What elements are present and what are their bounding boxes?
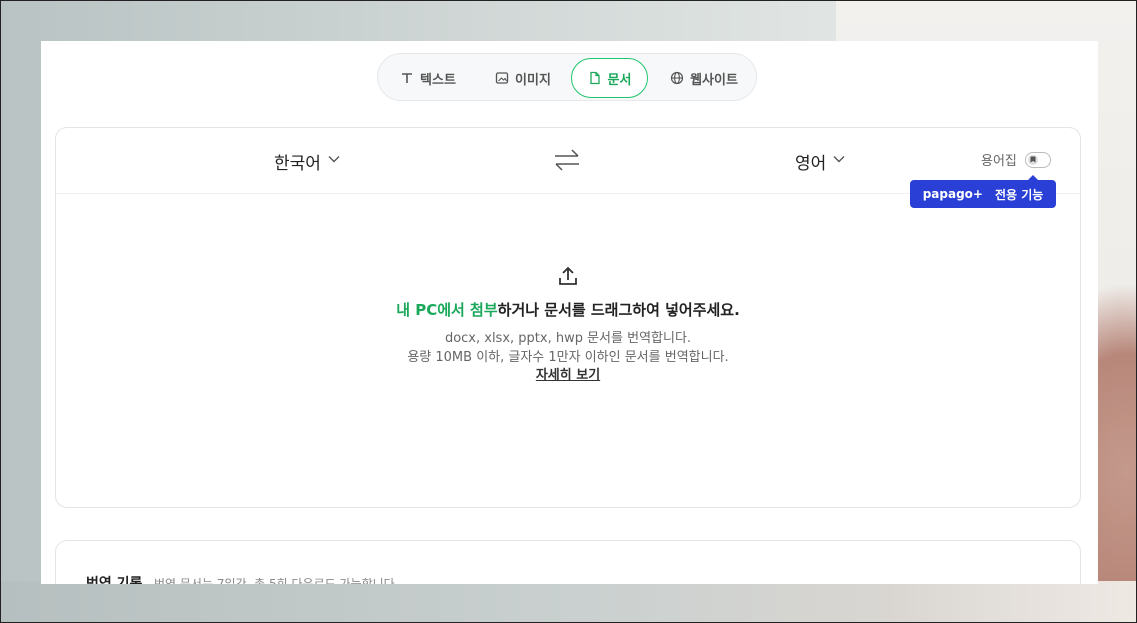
bookmark-icon bbox=[1027, 154, 1038, 165]
history-description: 번역 문서는 7일간, 총 5회 다운로드 가능합니다. bbox=[154, 577, 399, 584]
mode-tabs: 텍스트 이미지 문서 웹사이트 bbox=[377, 53, 757, 101]
desktop-background: 텍스트 이미지 문서 웹사이트 한국어 영어 용어집 papago+ 전용 기능… bbox=[0, 0, 1137, 623]
image-icon bbox=[495, 71, 509, 85]
badge-text: 전용 기능 bbox=[994, 187, 1044, 202]
tab-text[interactable]: 텍스트 bbox=[386, 58, 470, 98]
source-language-select[interactable]: 한국어 bbox=[274, 148, 341, 174]
tab-image-label: 이미지 bbox=[515, 72, 551, 88]
upload-instructions: 내 PC에서 첨부하거나 문서를 드래그하여 넣어주세요. bbox=[56, 299, 1080, 320]
source-language-label: 한국어 bbox=[274, 153, 321, 174]
language-bar: 한국어 영어 용어집 papago+ 전용 기능 bbox=[56, 128, 1080, 208]
swap-languages-button[interactable] bbox=[552, 146, 582, 174]
document-icon bbox=[588, 71, 602, 85]
upload-icon bbox=[556, 264, 580, 288]
tab-document[interactable]: 문서 bbox=[571, 58, 648, 98]
size-limit-text: 용량 10MB 이하, 글자수 1만자 이하인 문서를 번역합니다. bbox=[407, 350, 729, 365]
glossary-label: 용어집 bbox=[981, 154, 1017, 169]
translation-history-card: 번역 기록 번역 문서는 7일간, 총 5회 다운로드 가능합니다. bbox=[55, 540, 1081, 584]
swap-icon bbox=[552, 149, 582, 178]
badge-pointer bbox=[1028, 175, 1038, 180]
attach-from-pc-link[interactable]: 내 PC에서 첨부 bbox=[396, 301, 497, 319]
tab-image[interactable]: 이미지 bbox=[478, 58, 568, 98]
tab-website[interactable]: 웹사이트 bbox=[658, 58, 750, 98]
tab-text-label: 텍스트 bbox=[420, 72, 456, 88]
chevron-down-icon bbox=[832, 151, 846, 171]
papago-plus-badge: papago+ 전용 기능 bbox=[910, 175, 1056, 208]
tab-document-label: 문서 bbox=[607, 72, 632, 88]
globe-icon bbox=[670, 71, 684, 85]
document-upload-card: 한국어 영어 용어집 papago+ 전용 기능 내 PC에서 첨부하거나 문서… bbox=[55, 127, 1081, 508]
upload-drag-text: 하거나 문서를 드래그하여 넣어주세요. bbox=[497, 301, 740, 319]
glossary-control: 용어집 bbox=[981, 150, 1051, 169]
see-details-link[interactable]: 자세히 보기 bbox=[536, 368, 600, 383]
supported-formats-text: docx, xlsx, pptx, hwp 문서를 번역합니다. bbox=[444, 331, 692, 346]
text-icon bbox=[400, 71, 414, 85]
history-title: 번역 기록 bbox=[86, 576, 143, 584]
papago-plus-logo: papago+ bbox=[922, 187, 983, 201]
target-language-label: 영어 bbox=[795, 153, 827, 174]
glossary-toggle[interactable] bbox=[1024, 151, 1051, 168]
tab-website-label: 웹사이트 bbox=[690, 72, 738, 88]
chevron-down-icon bbox=[327, 151, 341, 171]
background-photo-bottom bbox=[1, 581, 1136, 622]
translator-panel: 텍스트 이미지 문서 웹사이트 한국어 영어 용어집 papago+ 전용 기능… bbox=[41, 41, 1098, 584]
target-language-select[interactable]: 영어 bbox=[795, 148, 846, 174]
